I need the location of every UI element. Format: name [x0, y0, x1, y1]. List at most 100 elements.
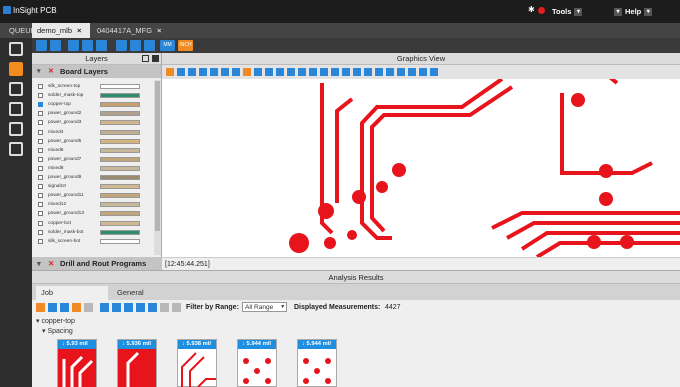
tools-menu[interactable]: Tools ▾ [552, 6, 583, 17]
report-icon[interactable] [36, 303, 45, 312]
layer-checkbox[interactable] [38, 147, 43, 153]
close-icon[interactable] [172, 303, 181, 312]
print-icon[interactable] [116, 40, 127, 51]
list-icon[interactable] [124, 303, 133, 312]
tools-icon[interactable] [9, 102, 23, 116]
fit-icon[interactable] [276, 68, 284, 76]
layer-checkbox[interactable] [38, 129, 43, 135]
layer-row[interactable]: power_ground3 [38, 119, 150, 126]
detail-icon[interactable] [136, 303, 145, 312]
tab-0404417a-mfg[interactable]: 0404417A_MFG × [92, 23, 178, 38]
layers-icon[interactable] [9, 62, 23, 76]
zoom-fit-icon[interactable] [287, 68, 295, 76]
grid-icon[interactable] [148, 303, 157, 312]
mirror-icon[interactable] [375, 68, 383, 76]
layer-checkbox[interactable] [38, 211, 43, 217]
drill-programs-header[interactable]: ▾ ✕ Drill and Rout Programs [32, 257, 162, 270]
collapse-icon[interactable]: ▾ [37, 257, 41, 270]
stop-icon[interactable] [82, 40, 93, 51]
report-icon[interactable] [9, 122, 23, 136]
highlight-icon[interactable] [243, 68, 251, 76]
layer-row[interactable]: silk_screen-bot [38, 238, 150, 245]
layer-row[interactable]: solder_mask-top [38, 92, 150, 99]
expand-icon[interactable] [100, 303, 109, 312]
layer-row[interactable]: mixed8 [38, 165, 150, 172]
ruler-icon[interactable] [210, 68, 218, 76]
measurement-thumbnail[interactable]: ↓ 5.93 mil [57, 339, 97, 387]
tab-general[interactable]: General [112, 286, 149, 300]
restore-icon[interactable] [142, 55, 149, 62]
layer-checkbox[interactable] [38, 84, 43, 89]
stack-icon[interactable] [9, 142, 23, 156]
layer-checkbox[interactable] [38, 138, 43, 144]
view-icon[interactable] [265, 68, 273, 76]
net-icon[interactable] [386, 68, 394, 76]
layer-row[interactable]: solder_mask-bot [38, 229, 150, 236]
measurement-thumbnail[interactable]: ↓ 5.944 mil [297, 339, 337, 387]
layer-row[interactable]: mixed4 [38, 129, 150, 136]
layer-row[interactable]: copper-bot [38, 220, 150, 227]
layer-checkbox[interactable] [38, 120, 43, 126]
delete-icon[interactable] [160, 303, 169, 312]
export-icon[interactable] [130, 40, 141, 51]
scrollbar-thumb[interactable] [155, 81, 160, 231]
rotate-icon[interactable] [364, 68, 372, 76]
refresh-icon[interactable] [50, 40, 61, 51]
tab-job-measurements[interactable]: Job Measurements [36, 286, 108, 311]
layer-row[interactable]: power_ground11 [38, 192, 150, 199]
run-icon[interactable]: ✱ [528, 5, 535, 14]
layer-row[interactable]: power_ground2 [38, 110, 150, 117]
layer-row[interactable]: signal10 [38, 183, 150, 190]
layer-checkbox[interactable] [38, 111, 43, 117]
refresh-icon[interactable] [60, 303, 69, 312]
mm-unit-button[interactable]: MM [160, 40, 175, 51]
camera-icon[interactable] [430, 68, 438, 76]
close-icon[interactable]: × [77, 26, 81, 35]
layer-row[interactable]: power_ground9 [38, 174, 150, 181]
analysis-icon[interactable] [9, 82, 23, 96]
tree-node-category[interactable]: ▾ Spacing [42, 327, 73, 335]
layer-row[interactable]: power_ground7 [38, 156, 150, 163]
measurement-thumbnail[interactable]: ↓ 5.938 mil [177, 339, 217, 387]
measure-icon[interactable] [199, 68, 207, 76]
layer-checkbox[interactable] [38, 175, 43, 180]
pcb-render[interactable] [162, 53, 680, 257]
zoom-out-icon[interactable] [309, 68, 317, 76]
layer-row[interactable]: power_ground13 [38, 210, 150, 217]
layer-checkbox[interactable] [38, 165, 43, 171]
select-icon[interactable] [166, 68, 174, 76]
inch-unit-button[interactable]: INCH [178, 40, 193, 51]
layer-row[interactable]: power_ground5 [38, 138, 150, 145]
graphics-canvas[interactable] [162, 53, 680, 257]
layer-checkbox[interactable] [38, 202, 43, 208]
export-icon[interactable] [419, 68, 427, 76]
layer-checkbox[interactable] [38, 93, 43, 99]
layer-row[interactable]: mixed12 [38, 201, 150, 208]
measurement-thumbnail[interactable]: ↓ 5.936 mil [117, 339, 157, 387]
job-icon[interactable] [9, 42, 23, 56]
help-menu[interactable]: ▾ Help ▾ [614, 6, 653, 17]
print-icon[interactable] [320, 68, 328, 76]
grid-icon[interactable] [221, 68, 229, 76]
layer-checkbox[interactable] [38, 102, 43, 108]
layer-checkbox[interactable] [38, 184, 43, 190]
layer-checkbox[interactable] [38, 193, 43, 199]
flag-icon[interactable] [72, 303, 81, 312]
color-icon[interactable] [408, 68, 416, 76]
step-icon[interactable] [96, 40, 107, 51]
layer-row[interactable]: silk_screen-top [38, 83, 150, 90]
measurement-thumbnail[interactable]: ↓ 5.944 mil [237, 339, 277, 387]
remove-icon[interactable]: ✕ [48, 65, 54, 78]
snap-icon[interactable] [232, 68, 240, 76]
remove-icon[interactable]: ✕ [48, 257, 54, 270]
pan-icon[interactable] [177, 68, 185, 76]
layer-checkbox[interactable] [38, 220, 43, 226]
zoom-in-icon[interactable] [298, 68, 306, 76]
close-icon[interactable] [152, 55, 159, 62]
add-icon[interactable] [48, 303, 57, 312]
layer-checkbox[interactable] [38, 229, 43, 235]
filter-icon[interactable] [84, 303, 93, 312]
copy-icon[interactable] [331, 68, 339, 76]
board-layers-header[interactable]: ▾ ✕ Board Layers [32, 65, 161, 78]
options-icon[interactable] [144, 40, 155, 51]
